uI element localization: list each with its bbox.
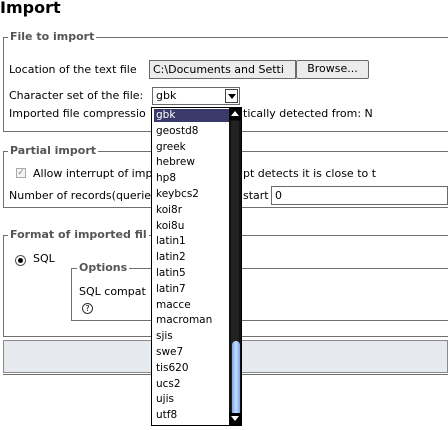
charset-option[interactable]: swe7 bbox=[154, 346, 232, 359]
chevron-down-icon[interactable] bbox=[225, 89, 238, 103]
sql-label: SQL bbox=[33, 252, 55, 265]
charset-option[interactable]: sjis bbox=[154, 330, 232, 343]
charset-select[interactable]: gbk bbox=[152, 87, 240, 105]
charset-option[interactable]: koi8u bbox=[154, 220, 232, 233]
charset-option[interactable]: latin1 bbox=[154, 235, 232, 248]
scroll-up-icon[interactable] bbox=[229, 108, 241, 120]
charset-option[interactable]: latin2 bbox=[154, 251, 232, 264]
charset-option[interactable]: gbk bbox=[154, 109, 232, 122]
charset-option[interactable]: latin7 bbox=[154, 283, 232, 296]
page-title: Import bbox=[0, 0, 61, 17]
charset-option[interactable]: ujis bbox=[154, 393, 232, 406]
scroll-thumb[interactable] bbox=[232, 341, 240, 421]
compression-detected-text: tically detected from: N bbox=[243, 107, 373, 120]
allow-interrupt-suffix: pt detects it is close to t bbox=[243, 167, 377, 180]
dropdown-scrollbar[interactable] bbox=[229, 108, 241, 425]
charset-option[interactable]: hp8 bbox=[154, 172, 232, 185]
location-label: Location of the text file bbox=[9, 63, 137, 76]
format-legend: Format of imported fil bbox=[8, 228, 149, 241]
file-to-import-legend: File to import bbox=[8, 30, 97, 43]
charset-option[interactable]: greek bbox=[154, 141, 232, 154]
allow-interrupt-checkbox[interactable]: ✓ bbox=[16, 168, 26, 178]
file-location-input[interactable]: C:\Documents and Setti bbox=[149, 60, 296, 79]
charset-option[interactable]: latin5 bbox=[154, 267, 232, 280]
charset-option[interactable]: hebrew bbox=[154, 156, 232, 169]
charset-label: Character set of the file: bbox=[9, 89, 144, 102]
scroll-down-icon[interactable] bbox=[229, 413, 241, 425]
records-label: Number of records(querie bbox=[9, 189, 152, 202]
start-input[interactable]: 0 bbox=[271, 186, 448, 205]
charset-dropdown-list[interactable]: gbk geostd8 greek hebrew hp8 keybcs2 koi8r koi8… bbox=[151, 107, 242, 426]
charset-option[interactable]: macroman bbox=[154, 314, 232, 327]
partial-import-legend: Partial import bbox=[8, 144, 99, 157]
charset-option[interactable]: keybcs2 bbox=[154, 188, 232, 201]
charset-option[interactable]: geostd8 bbox=[154, 125, 232, 138]
charset-option[interactable]: utf8 bbox=[154, 409, 232, 422]
charset-option[interactable]: ucs2 bbox=[154, 378, 232, 391]
charset-option[interactable]: koi8r bbox=[154, 204, 232, 217]
options-legend: Options bbox=[77, 261, 130, 274]
charset-option[interactable]: macce bbox=[154, 299, 232, 312]
start-label: start bbox=[243, 189, 269, 202]
charset-option[interactable]: tis620 bbox=[154, 362, 232, 375]
browse-button[interactable]: Browse... bbox=[296, 60, 369, 79]
compression-label: Imported file compressio bbox=[9, 107, 146, 120]
sql-compat-label: SQL compat bbox=[79, 285, 146, 298]
scroll-track[interactable] bbox=[231, 121, 240, 421]
sql-radio[interactable] bbox=[15, 255, 26, 266]
charset-selected-value: gbk bbox=[156, 89, 177, 102]
allow-interrupt-label: Allow interrupt of imp bbox=[33, 167, 153, 180]
help-icon[interactable]: ? bbox=[82, 303, 93, 314]
